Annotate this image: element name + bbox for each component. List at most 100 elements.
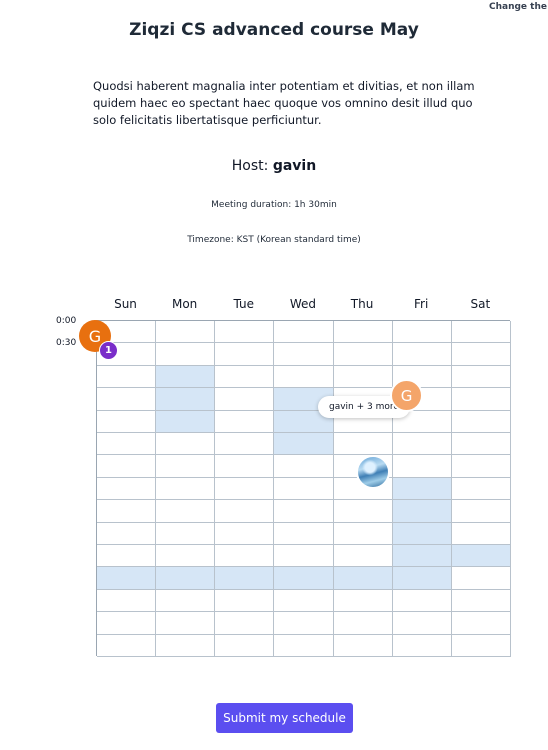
grid-cell[interactable] xyxy=(451,410,511,433)
grid-cell[interactable] xyxy=(333,612,393,635)
grid-cell[interactable] xyxy=(156,365,216,389)
grid-cell[interactable] xyxy=(97,433,157,456)
grid-cell[interactable] xyxy=(215,500,275,523)
grid-cell[interactable] xyxy=(333,545,393,568)
grid-cell[interactable] xyxy=(392,545,452,568)
grid-cell[interactable] xyxy=(215,612,275,635)
grid-cell[interactable] xyxy=(215,388,275,411)
grid-cell[interactable] xyxy=(156,343,216,366)
grid-cell[interactable] xyxy=(274,500,334,523)
grid-cell[interactable] xyxy=(451,388,511,411)
grid-cell[interactable] xyxy=(156,634,216,657)
availability-grid[interactable] xyxy=(96,320,511,657)
grid-cell[interactable] xyxy=(274,522,334,545)
grid-cell[interactable] xyxy=(451,522,511,545)
grid-cell[interactable] xyxy=(97,388,157,411)
change-link[interactable]: Change the m xyxy=(489,2,548,12)
grid-cell[interactable] xyxy=(156,410,216,433)
grid-cell[interactable] xyxy=(451,589,511,613)
grid-cell[interactable] xyxy=(97,365,157,389)
grid-cell[interactable] xyxy=(451,612,511,635)
grid-cell[interactable] xyxy=(451,567,511,590)
grid-cell[interactable] xyxy=(215,343,275,366)
grid-cell[interactable] xyxy=(156,433,216,456)
grid-cell[interactable] xyxy=(97,545,157,568)
grid-cell[interactable] xyxy=(97,410,157,433)
grid-cell[interactable] xyxy=(333,567,393,590)
grid-cell[interactable] xyxy=(392,612,452,635)
grid-cell[interactable] xyxy=(451,433,511,456)
grid-cell[interactable] xyxy=(215,477,275,501)
grid-cell[interactable] xyxy=(274,589,334,613)
grid-cell[interactable] xyxy=(215,410,275,433)
grid-cell[interactable] xyxy=(215,589,275,613)
grid-cell[interactable] xyxy=(215,545,275,568)
time-label: 0:30 xyxy=(56,338,77,349)
grid-cell[interactable] xyxy=(215,634,275,657)
grid-cell[interactable] xyxy=(274,343,334,366)
grid-cell[interactable] xyxy=(156,522,216,545)
grid-cell[interactable] xyxy=(97,634,157,657)
grid-cell[interactable] xyxy=(156,477,216,501)
grid-cell[interactable] xyxy=(215,455,275,478)
grid-cell[interactable] xyxy=(451,545,511,568)
grid-cell[interactable] xyxy=(97,589,157,613)
grid-cell[interactable] xyxy=(333,433,393,456)
grid-cell[interactable] xyxy=(392,522,452,545)
grid-cell[interactable] xyxy=(97,500,157,523)
grid-cell[interactable] xyxy=(215,567,275,590)
grid-cell[interactable] xyxy=(451,365,511,389)
grid-cell[interactable] xyxy=(392,433,452,456)
grid-cell[interactable] xyxy=(333,365,393,389)
grid-cell[interactable] xyxy=(215,433,275,456)
grid-cell[interactable] xyxy=(156,455,216,478)
grid-cell[interactable] xyxy=(392,567,452,590)
grid-cell[interactable] xyxy=(156,612,216,635)
grid-cell[interactable] xyxy=(392,500,452,523)
grid-cell[interactable] xyxy=(451,634,511,657)
grid-cell[interactable] xyxy=(274,321,334,344)
grid-cell[interactable] xyxy=(333,343,393,366)
grid-cell[interactable] xyxy=(97,477,157,501)
grid-cell[interactable] xyxy=(156,545,216,568)
grid-cell[interactable] xyxy=(274,634,334,657)
grid-cell[interactable] xyxy=(274,545,334,568)
grid-cell[interactable] xyxy=(156,567,216,590)
grid-cell[interactable] xyxy=(451,321,511,344)
grid-cell[interactable] xyxy=(97,612,157,635)
grid-cell[interactable] xyxy=(97,567,157,590)
submit-schedule-button[interactable]: Submit my schedule xyxy=(216,703,353,733)
grid-cell[interactable] xyxy=(392,634,452,657)
grid-cell[interactable] xyxy=(333,321,393,344)
grid-cell[interactable] xyxy=(274,612,334,635)
grid-cell[interactable] xyxy=(274,567,334,590)
grid-cell[interactable] xyxy=(333,634,393,657)
grid-cell[interactable] xyxy=(274,455,334,478)
grid-cell[interactable] xyxy=(97,455,157,478)
grid-cell[interactable] xyxy=(274,365,334,389)
grid-cell[interactable] xyxy=(156,589,216,613)
grid-cell[interactable] xyxy=(333,522,393,545)
grid-cell[interactable] xyxy=(156,388,216,411)
grid-cell[interactable] xyxy=(274,477,334,501)
grid-cell[interactable] xyxy=(451,455,511,478)
grid-cell[interactable] xyxy=(392,321,452,344)
avatar-image[interactable] xyxy=(356,455,390,489)
grid-cell[interactable] xyxy=(156,321,216,344)
grid-cell[interactable] xyxy=(156,500,216,523)
grid-cell[interactable] xyxy=(392,455,452,478)
grid-cell[interactable] xyxy=(215,365,275,389)
grid-cell[interactable] xyxy=(392,589,452,613)
avatar[interactable]: G xyxy=(390,379,423,412)
grid-cell[interactable] xyxy=(333,589,393,613)
grid-cell[interactable] xyxy=(451,343,511,366)
grid-cell[interactable] xyxy=(333,500,393,523)
grid-cell[interactable] xyxy=(392,343,452,366)
grid-cell[interactable] xyxy=(451,477,511,501)
grid-cell[interactable] xyxy=(392,477,452,501)
grid-cell[interactable] xyxy=(451,500,511,523)
grid-cell[interactable] xyxy=(97,522,157,545)
grid-cell[interactable] xyxy=(274,433,334,456)
grid-cell[interactable] xyxy=(215,522,275,545)
grid-cell[interactable] xyxy=(215,321,275,344)
